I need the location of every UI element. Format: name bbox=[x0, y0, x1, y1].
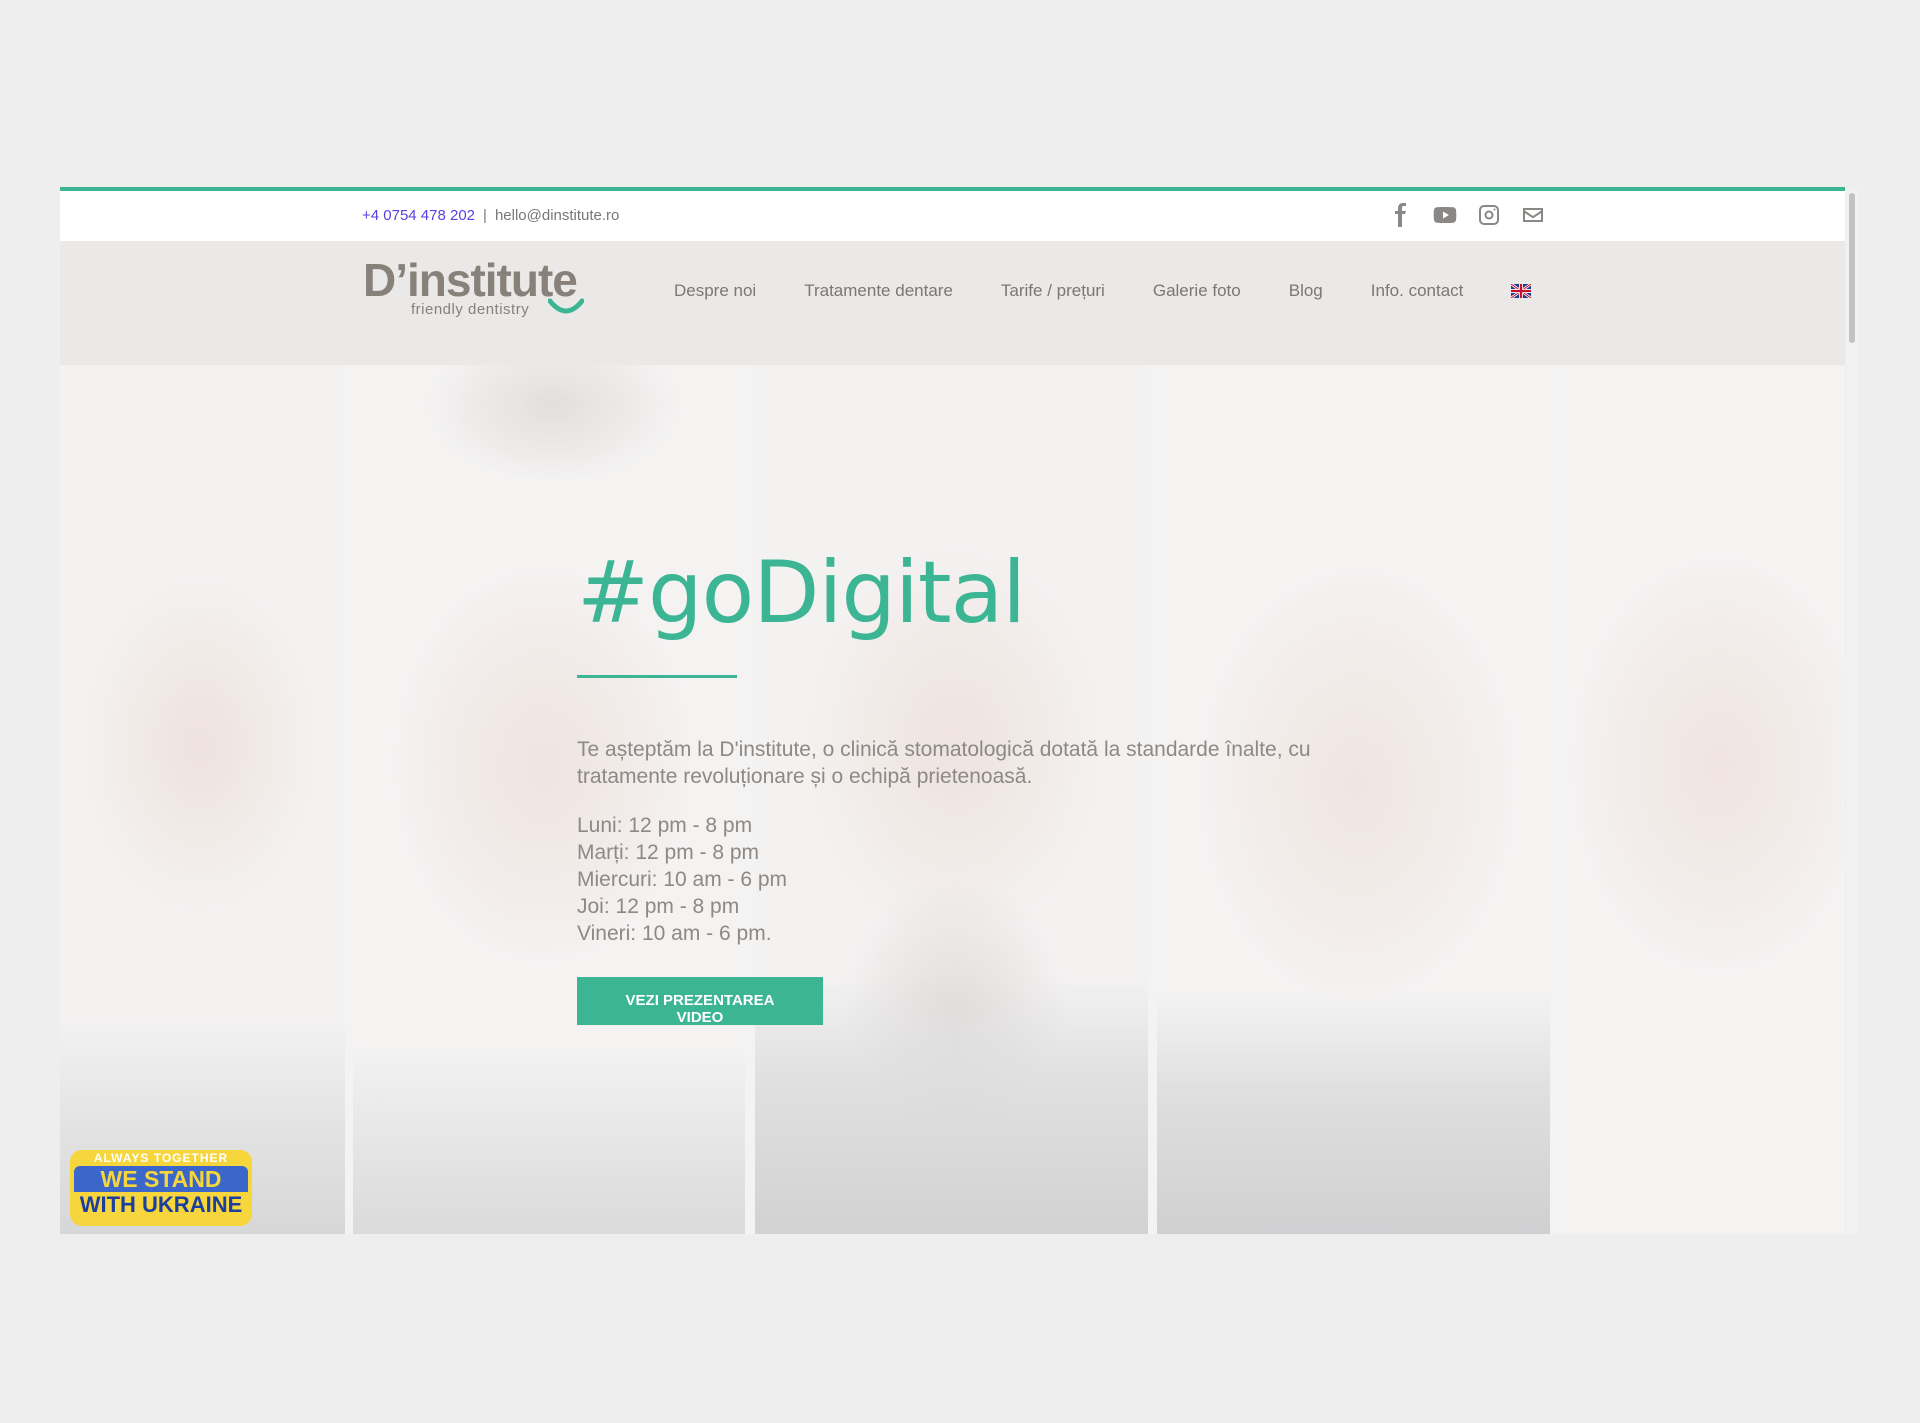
smile-icon bbox=[548, 298, 584, 314]
nav-tarife-preturi[interactable]: Tarife / prețuri bbox=[1001, 281, 1105, 301]
nav-blog[interactable]: Blog bbox=[1289, 281, 1323, 301]
headline-underline bbox=[577, 675, 737, 678]
hours-tuesday: Marți: 12 pm - 8 pm bbox=[577, 841, 760, 864]
instagram-icon[interactable] bbox=[1477, 203, 1501, 227]
ukraine-badge[interactable]: ALWAYS TOGETHER WE STAND WITH UKRAINE bbox=[70, 1150, 252, 1226]
hours-monday: Luni: 12 pm - 8 pm bbox=[577, 814, 753, 837]
separator: | bbox=[483, 207, 487, 224]
uk-flag-icon[interactable] bbox=[1511, 284, 1532, 298]
hero-section: #goDigital Te așteptăm la D'institute, o… bbox=[60, 365, 1845, 1234]
site-header: D’institute friendly dentistry Despre no… bbox=[60, 241, 1845, 365]
scrollbar-thumb[interactable] bbox=[1849, 193, 1855, 343]
video-presentation-button[interactable]: VEZI PREZENTAREA VIDEO bbox=[577, 977, 823, 1026]
badge-top-text: ALWAYS TOGETHER bbox=[70, 1150, 252, 1166]
facebook-icon[interactable] bbox=[1389, 203, 1413, 227]
nav-info-contact[interactable]: Info. contact bbox=[1371, 281, 1464, 301]
email-link[interactable]: hello@dinstitute.ro bbox=[495, 207, 619, 224]
badge-line-2: WITH UKRAINE bbox=[74, 1192, 248, 1218]
opening-hours: Luni: 12 pm - 8 pm Marți: 12 pm - 8 pm M… bbox=[577, 812, 1377, 947]
social-links bbox=[1389, 203, 1545, 227]
hours-friday: Vineri: 10 am - 6 pm. bbox=[577, 922, 772, 945]
mail-icon[interactable] bbox=[1521, 203, 1545, 227]
hours-wednesday: Miercuri: 10 am - 6 pm bbox=[577, 868, 788, 891]
hero-headline: #goDigital bbox=[577, 543, 1026, 643]
browser-viewport: +4 0754 478 202 | hello@dinstitute.ro D’… bbox=[60, 187, 1845, 1234]
main-nav: Despre noi Tratamente dentare Tarife / p… bbox=[674, 281, 1532, 301]
nav-despre-noi[interactable]: Despre noi bbox=[674, 281, 756, 301]
phone-link[interactable]: +4 0754 478 202 bbox=[362, 207, 475, 224]
hours-thursday: Joi: 12 pm - 8 pm bbox=[577, 895, 740, 918]
hero-content: #goDigital Te așteptăm la D'institute, o… bbox=[577, 545, 1377, 1027]
nav-galerie-foto[interactable]: Galerie foto bbox=[1153, 281, 1241, 301]
badge-line-1: WE STAND bbox=[74, 1166, 248, 1192]
site-logo[interactable]: D’institute friendly dentistry bbox=[363, 257, 584, 327]
nav-tratamente-dentare[interactable]: Tratamente dentare bbox=[804, 281, 953, 301]
contact-info: +4 0754 478 202 | hello@dinstitute.ro bbox=[362, 207, 619, 224]
logo-tagline: friendly dentistry bbox=[411, 301, 530, 318]
youtube-icon[interactable] bbox=[1433, 203, 1457, 227]
page-scrollbar[interactable] bbox=[1846, 189, 1858, 1234]
hero-lead: Te așteptăm la D'institute, o clinică st… bbox=[577, 738, 1311, 788]
top-contact-bar: +4 0754 478 202 | hello@dinstitute.ro bbox=[60, 191, 1845, 241]
